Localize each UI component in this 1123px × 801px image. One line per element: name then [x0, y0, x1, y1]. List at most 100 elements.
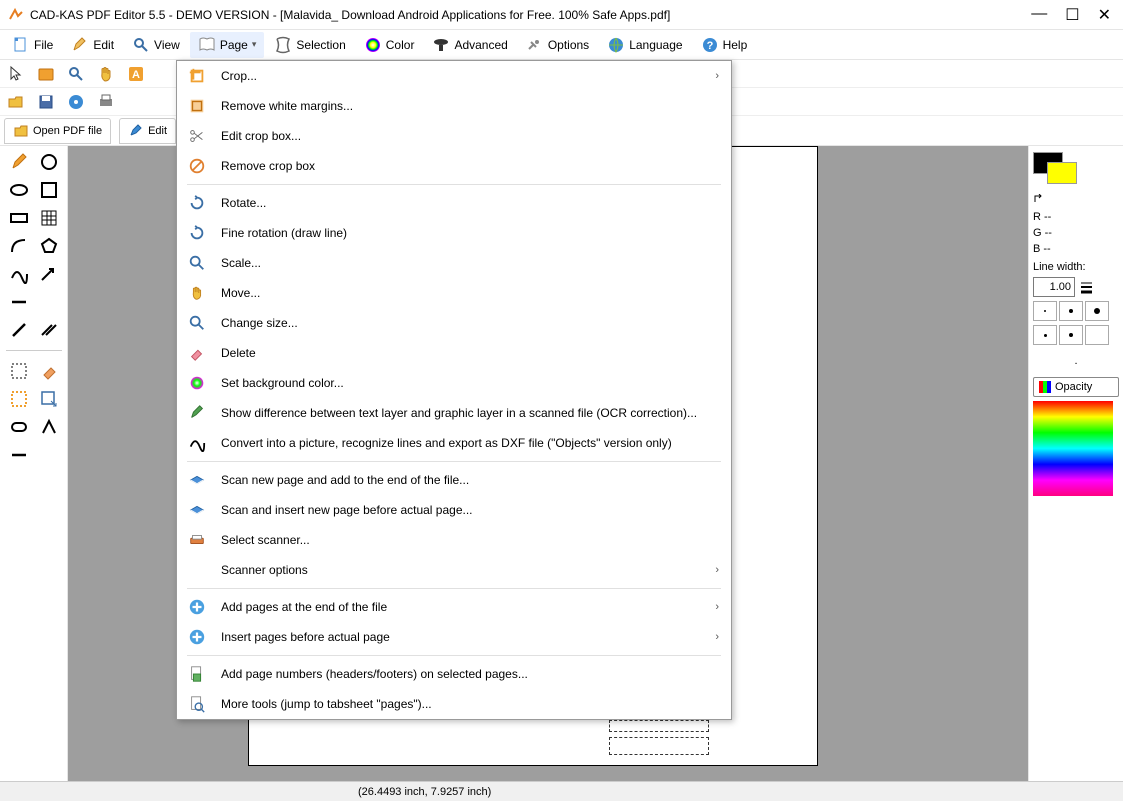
- pen-size-2[interactable]: [1059, 301, 1083, 321]
- tab-open-pdf[interactable]: Open PDF file: [4, 118, 111, 144]
- eraser-icon: [187, 343, 207, 363]
- menu-item-label: Change size...: [221, 316, 719, 330]
- menu-item-24[interactable]: More tools (jump to tabsheet "pages")...: [177, 689, 731, 719]
- close-button[interactable]: ✕: [1098, 5, 1111, 25]
- menu-help[interactable]: ? Help: [693, 32, 756, 58]
- wide-rect-icon: [9, 208, 29, 228]
- opacity-button[interactable]: Opacity: [1033, 377, 1119, 397]
- menu-item-11[interactable]: Set background color...: [177, 368, 731, 398]
- pen-size-3[interactable]: [1085, 301, 1109, 321]
- tab-edit[interactable]: Edit: [119, 118, 176, 144]
- color-spectrum[interactable]: [1033, 401, 1113, 496]
- file-icon: [12, 36, 30, 54]
- tool-zoom[interactable]: [64, 62, 88, 86]
- tool-marquee[interactable]: [7, 359, 31, 383]
- edit-icon: [71, 36, 89, 54]
- tool-blank1: [37, 290, 61, 314]
- menu-item-0[interactable]: Crop...›: [177, 61, 731, 91]
- minimize-button[interactable]: —: [1031, 5, 1047, 25]
- tool-arc[interactable]: [7, 234, 31, 258]
- menu-item-12[interactable]: Show difference between text layer and g…: [177, 398, 731, 428]
- tool-disc[interactable]: [64, 90, 88, 114]
- tool-curve[interactable]: [7, 262, 31, 286]
- menu-item-5[interactable]: Rotate...: [177, 188, 731, 218]
- menu-file[interactable]: File: [4, 32, 61, 58]
- tool-line[interactable]: [7, 318, 31, 342]
- angle-icon: [39, 417, 59, 437]
- menu-item-20[interactable]: Add pages at the end of the file›: [177, 592, 731, 622]
- pen-size-6[interactable]: [1085, 325, 1109, 345]
- page-icon: [187, 664, 207, 684]
- menu-edit[interactable]: Edit: [63, 32, 122, 58]
- tool-text[interactable]: A: [124, 62, 148, 86]
- menu-item-label: Set background color...: [221, 376, 719, 390]
- linewidth-input[interactable]: [1033, 277, 1075, 297]
- menu-item-6[interactable]: Fine rotation (draw line): [177, 218, 731, 248]
- tool-rounded[interactable]: [7, 415, 31, 439]
- page-dropdown: Crop...›Remove white margins...Edit crop…: [176, 60, 732, 720]
- tool-print[interactable]: [94, 90, 118, 114]
- menu-page[interactable]: Page ▾: [190, 32, 265, 58]
- tool-rect-wide[interactable]: [7, 206, 31, 230]
- tool-hand[interactable]: [94, 62, 118, 86]
- menu-options[interactable]: Options: [518, 32, 597, 58]
- submenu-arrow-icon: ›: [715, 631, 719, 643]
- tool-rect[interactable]: [37, 178, 61, 202]
- menu-item-17[interactable]: Select scanner...: [177, 525, 731, 555]
- menu-item-1[interactable]: Remove white margins...: [177, 91, 731, 121]
- menu-view[interactable]: View: [124, 32, 188, 58]
- tool-parallel[interactable]: [37, 318, 61, 342]
- tool-angle[interactable]: [37, 415, 61, 439]
- menu-item-13[interactable]: Convert into a picture, recognize lines …: [177, 428, 731, 458]
- menu-item-2[interactable]: Edit crop box...: [177, 121, 731, 151]
- menu-advanced[interactable]: Advanced: [424, 32, 515, 58]
- pen-size-5[interactable]: [1059, 325, 1083, 345]
- tool-save[interactable]: [34, 90, 58, 114]
- background-swatch[interactable]: [1047, 162, 1077, 184]
- plus-icon: [187, 597, 207, 617]
- menu-item-8[interactable]: Move...: [177, 278, 731, 308]
- tool-open[interactable]: [4, 90, 28, 114]
- tool-folder[interactable]: [34, 62, 58, 86]
- save-icon: [37, 93, 55, 111]
- maximize-button[interactable]: ☐: [1065, 5, 1079, 25]
- menu-item-label: Scale...: [221, 256, 719, 270]
- menu-item-23[interactable]: Add page numbers (headers/footers) on se…: [177, 659, 731, 689]
- edit-pen-icon: [128, 123, 144, 139]
- menu-color[interactable]: Color: [356, 32, 423, 58]
- pen-size-1[interactable]: [1033, 301, 1057, 321]
- menu-item-18[interactable]: Scanner options›: [177, 555, 731, 585]
- circle-icon: [39, 152, 59, 172]
- color-b: B --: [1033, 243, 1119, 255]
- menu-item-label: Crop...: [221, 69, 701, 83]
- menu-item-21[interactable]: Insert pages before actual page›: [177, 622, 731, 652]
- tool-circle[interactable]: [37, 150, 61, 174]
- menu-item-16[interactable]: Scan and insert new page before actual p…: [177, 495, 731, 525]
- language-icon: [607, 36, 625, 54]
- menu-item-3[interactable]: Remove crop box: [177, 151, 731, 181]
- color-r: R --: [1033, 211, 1119, 223]
- menu-item-10[interactable]: Delete: [177, 338, 731, 368]
- tool-hline[interactable]: [7, 290, 31, 314]
- tool-select-blue[interactable]: [37, 387, 61, 411]
- tool-arrow[interactable]: [37, 262, 61, 286]
- tool-hline2[interactable]: [7, 443, 31, 467]
- menu-selection[interactable]: Selection: [266, 32, 353, 58]
- pen-size-4[interactable]: [1033, 325, 1057, 345]
- menu-item-15[interactable]: Scan new page and add to the end of the …: [177, 465, 731, 495]
- linewidth-picker-icon[interactable]: [1078, 278, 1098, 296]
- menu-language[interactable]: Language: [599, 32, 690, 58]
- arrow-icon: [39, 264, 59, 284]
- tool-select-orange[interactable]: [7, 387, 31, 411]
- tool-polygon[interactable]: [37, 234, 61, 258]
- menu-item-9[interactable]: Change size...: [177, 308, 731, 338]
- menu-item-7[interactable]: Scale...: [177, 248, 731, 278]
- tool-grid[interactable]: [37, 206, 61, 230]
- swap-icon[interactable]: [1033, 194, 1047, 204]
- parallel-icon: [39, 320, 59, 340]
- menu-item-label: Remove white margins...: [221, 99, 719, 113]
- tool-ellipse[interactable]: [7, 178, 31, 202]
- tool-cursor[interactable]: [4, 62, 28, 86]
- tool-brush[interactable]: [7, 150, 31, 174]
- tool-eraser[interactable]: [37, 359, 61, 383]
